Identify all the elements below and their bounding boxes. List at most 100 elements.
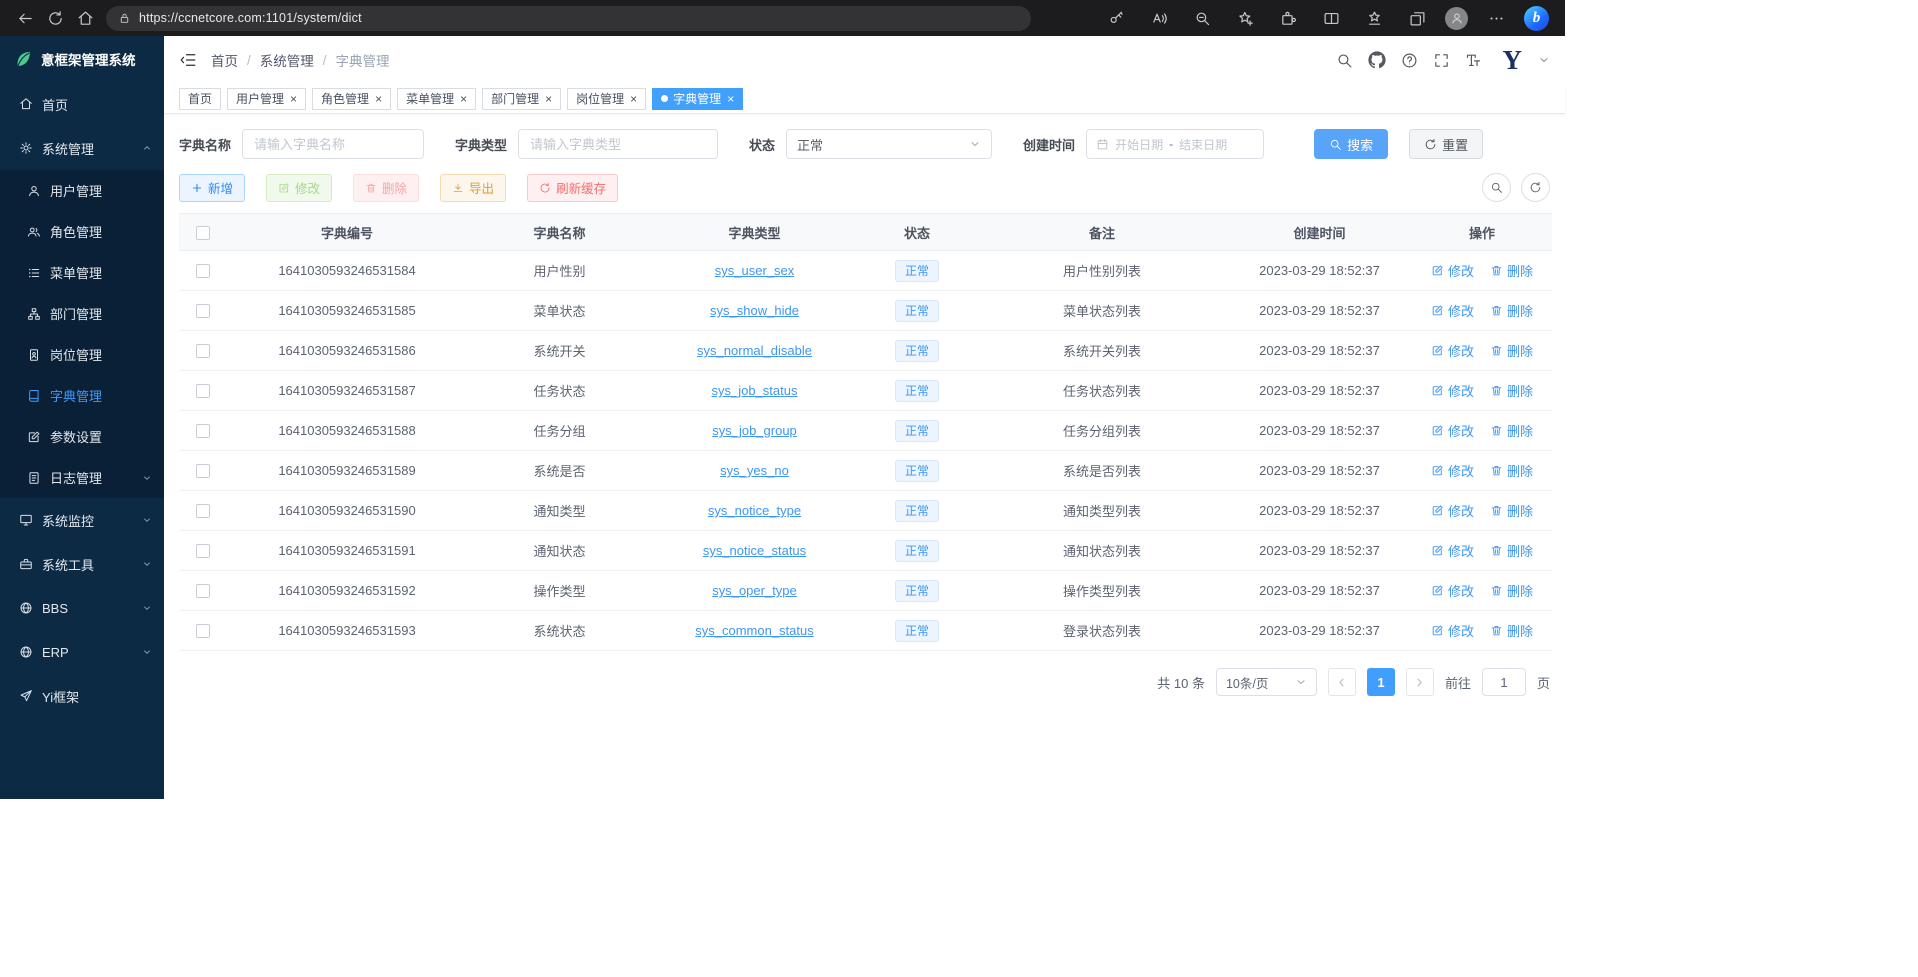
sidebar-item-bbs[interactable]: BBS [0,586,164,630]
row-edit-link[interactable]: 修改 [1431,541,1474,560]
browser-refresh-icon[interactable] [40,4,70,32]
sidebar-item-dept-mgmt[interactable]: 部门管理 [0,293,164,334]
browser-home-icon[interactable] [70,4,100,32]
tab-user-mgmt[interactable]: 用户管理× [227,88,306,110]
font-size-icon[interactable] [1465,52,1482,69]
toggle-search-button[interactable] [1482,173,1511,202]
row-checkbox[interactable] [196,344,210,358]
zoom-out-icon[interactable] [1187,4,1217,32]
sidebar-item-menu-mgmt[interactable]: 菜单管理 [0,252,164,293]
dict-type-link[interactable]: sys_normal_disable [697,343,812,358]
edit-button[interactable]: 修改 [266,174,332,202]
sidebar-item-post-mgmt[interactable]: 岗位管理 [0,334,164,375]
row-checkbox[interactable] [196,584,210,598]
tab-home[interactable]: 首页 [179,88,221,110]
help-icon[interactable] [1401,52,1418,69]
row-delete-link[interactable]: 删除 [1490,381,1533,400]
add-favorite-icon[interactable] [1230,4,1260,32]
collections-icon[interactable] [1402,4,1432,32]
tab-role-mgmt[interactable]: 角色管理× [312,88,391,110]
refresh-cache-button[interactable]: 刷新缓存 [527,174,618,202]
row-delete-link[interactable]: 删除 [1490,341,1533,360]
row-delete-link[interactable]: 删除 [1490,541,1533,560]
dict-type-link[interactable]: sys_yes_no [720,463,789,478]
sidebar-item-yi-framework[interactable]: Yi框架 [0,674,164,718]
address-bar[interactable]: https://ccnetcore.com:1101/system/dict [106,6,1031,31]
dict-type-input[interactable] [518,129,718,159]
dict-type-link[interactable]: sys_show_hide [710,303,799,318]
select-all-checkbox[interactable] [196,226,210,240]
status-select[interactable]: 正常 [786,129,992,159]
sidebar-item-dict-mgmt[interactable]: 字典管理 [0,375,164,416]
dict-type-link[interactable]: sys_notice_status [703,543,806,558]
sidebar-item-log-mgmt[interactable]: 日志管理 [0,457,164,498]
dict-type-link[interactable]: sys_common_status [695,623,814,638]
close-icon[interactable]: × [290,93,297,105]
row-checkbox[interactable] [196,624,210,638]
current-page-button[interactable]: 1 [1367,668,1395,696]
dict-type-link[interactable]: sys_job_status [712,383,798,398]
row-edit-link[interactable]: 修改 [1431,501,1474,520]
row-delete-link[interactable]: 删除 [1490,421,1533,440]
row-edit-link[interactable]: 修改 [1431,421,1474,440]
goto-page-input[interactable] [1482,668,1526,696]
row-checkbox[interactable] [196,304,210,318]
page-size-select[interactable]: 10条/页 [1216,668,1317,696]
sidebar-item-home[interactable]: 首页 [0,82,164,126]
row-delete-link[interactable]: 删除 [1490,501,1533,520]
sidebar-item-role-mgmt[interactable]: 角色管理 [0,211,164,252]
extensions-icon[interactable] [1273,4,1303,32]
bing-chat-button[interactable]: b [1524,6,1549,31]
dict-type-link[interactable]: sys_job_group [712,423,797,438]
dict-type-link[interactable]: sys_oper_type [712,583,797,598]
sidebar-item-system-tools[interactable]: 系统工具 [0,542,164,586]
browser-profile-avatar[interactable] [1445,7,1468,30]
dict-type-link[interactable]: sys_user_sex [715,263,794,278]
row-checkbox[interactable] [196,264,210,278]
tab-dict-mgmt[interactable]: 字典管理× [652,88,743,110]
tab-menu-mgmt[interactable]: 菜单管理× [397,88,476,110]
row-delete-link[interactable]: 删除 [1490,261,1533,280]
close-icon[interactable]: × [375,93,382,105]
github-icon[interactable] [1368,51,1386,69]
row-checkbox[interactable] [196,384,210,398]
row-edit-link[interactable]: 修改 [1431,381,1474,400]
row-edit-link[interactable]: 修改 [1431,341,1474,360]
sidebar-item-erp[interactable]: ERP [0,630,164,674]
close-icon[interactable]: × [545,93,552,105]
search-button[interactable]: 搜索 [1314,129,1388,159]
export-button[interactable]: 导出 [440,174,506,202]
close-icon[interactable]: × [460,93,467,105]
sidebar-item-system-mgmt[interactable]: 系统管理 [0,126,164,170]
row-checkbox[interactable] [196,504,210,518]
sidebar-item-param-settings[interactable]: 参数设置 [0,416,164,457]
fullscreen-icon[interactable] [1433,52,1450,69]
sidebar-item-system-monitor[interactable]: 系统监控 [0,498,164,542]
breadcrumb-item[interactable]: 首页 [211,50,238,70]
close-icon[interactable]: × [630,93,637,105]
row-delete-link[interactable]: 删除 [1490,581,1533,600]
search-icon[interactable] [1336,52,1353,69]
row-delete-link[interactable]: 删除 [1490,461,1533,480]
sidebar-item-user-mgmt[interactable]: 用户管理 [0,170,164,211]
read-aloud-icon[interactable] [1144,4,1174,32]
row-delete-link[interactable]: 删除 [1490,621,1533,640]
date-range-picker[interactable]: 开始日期 - 结束日期 [1086,129,1264,159]
user-avatar[interactable]: Y [1503,47,1523,74]
row-edit-link[interactable]: 修改 [1431,261,1474,280]
favorites-icon[interactable] [1359,4,1389,32]
collapse-sidebar-icon[interactable] [179,51,197,69]
next-page-button[interactable] [1406,668,1434,696]
password-key-icon[interactable] [1101,4,1131,32]
refresh-table-button[interactable] [1521,173,1550,202]
row-edit-link[interactable]: 修改 [1431,621,1474,640]
split-screen-icon[interactable] [1316,4,1346,32]
row-checkbox[interactable] [196,544,210,558]
prev-page-button[interactable] [1328,668,1356,696]
tab-post-mgmt[interactable]: 岗位管理× [567,88,646,110]
row-edit-link[interactable]: 修改 [1431,461,1474,480]
row-checkbox[interactable] [196,464,210,478]
reset-button[interactable]: 重置 [1409,129,1483,159]
delete-button[interactable]: 删除 [353,174,419,202]
row-checkbox[interactable] [196,424,210,438]
